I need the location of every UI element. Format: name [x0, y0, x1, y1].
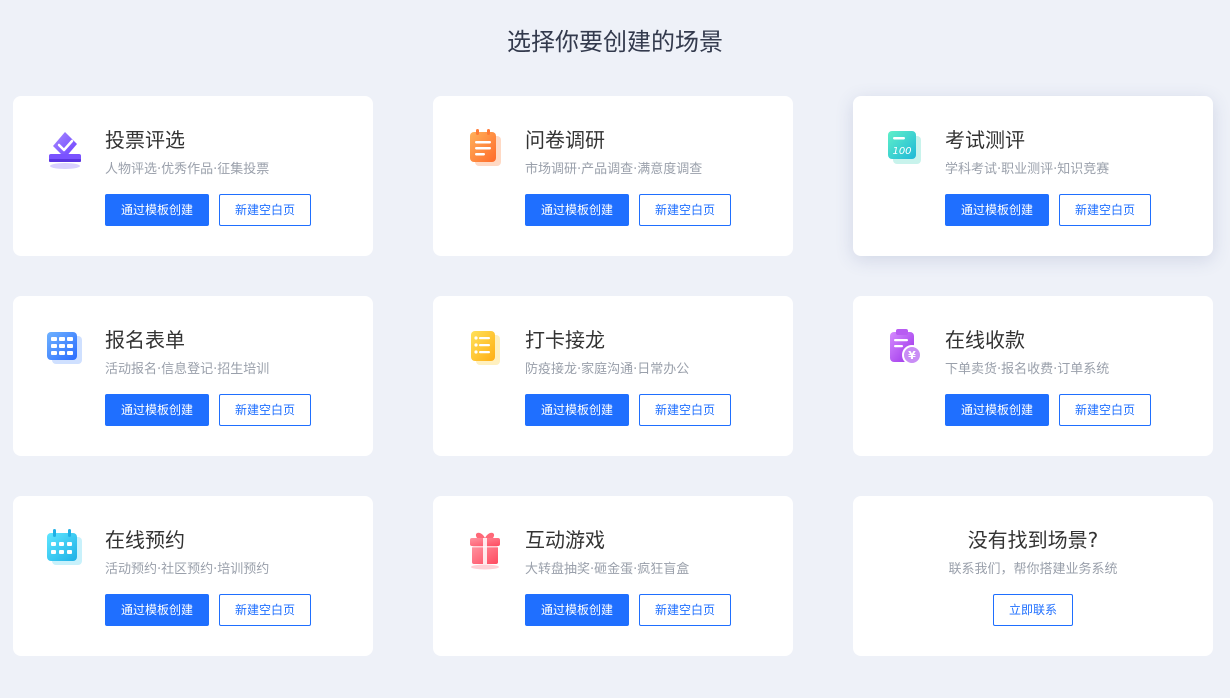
- scene-card-form: 报名表单 活动报名·信息登记·招生培训 通过模板创建 新建空白页: [13, 296, 373, 456]
- exam-icon: 100: [883, 126, 927, 170]
- new-blank-page-button[interactable]: 新建空白页: [1059, 394, 1151, 426]
- scene-card-game: 互动游戏 大转盘抽奖·砸金蛋·疯狂盲盒 通过模板创建 新建空白页: [433, 496, 793, 656]
- card-title: 打卡接龙: [525, 328, 605, 352]
- scene-card-checkin: 打卡接龙 防疫接龙·家庭沟通·日常办公 通过模板创建 新建空白页: [433, 296, 793, 456]
- card-description: 活动报名·信息登记·招生培训: [105, 362, 270, 377]
- calendar-icon: [43, 526, 87, 570]
- new-blank-page-button[interactable]: 新建空白页: [639, 594, 731, 626]
- card-title: 问卷调研: [525, 128, 605, 152]
- create-from-template-button[interactable]: 通过模板创建: [525, 394, 629, 426]
- contact-title: 没有找到场景?: [967, 528, 1099, 552]
- new-blank-page-button[interactable]: 新建空白页: [219, 394, 311, 426]
- scene-card-exam: 100 考试测评 学科考试·职业测评·知识竞赛 通过模板创建 新建空白页: [853, 96, 1213, 256]
- form-grid-icon: [43, 326, 87, 370]
- svg-text:100: 100: [892, 146, 911, 157]
- contact-now-button[interactable]: 立即联系: [993, 594, 1073, 626]
- create-from-template-button[interactable]: 通过模板创建: [525, 194, 629, 226]
- new-blank-page-button[interactable]: 新建空白页: [219, 194, 311, 226]
- contact-description: 联系我们，帮你搭建业务系统: [948, 562, 1118, 577]
- scene-card-appointment: 在线预约 活动预约·社区预约·培训预约 通过模板创建 新建空白页: [13, 496, 373, 656]
- new-blank-page-button[interactable]: 新建空白页: [639, 394, 731, 426]
- page-title: 选择你要创建的场景: [507, 28, 723, 56]
- create-from-template-button[interactable]: 通过模板创建: [105, 194, 209, 226]
- gift-icon: [463, 526, 507, 570]
- contact-card: 没有找到场景? 联系我们，帮你搭建业务系统 立即联系: [853, 496, 1213, 656]
- questionnaire-icon: [463, 126, 507, 170]
- new-blank-page-button[interactable]: 新建空白页: [639, 194, 731, 226]
- vote-icon: [43, 126, 87, 170]
- payment-icon: ¥: [883, 326, 927, 370]
- new-blank-page-button[interactable]: 新建空白页: [219, 594, 311, 626]
- create-from-template-button[interactable]: 通过模板创建: [105, 394, 209, 426]
- create-from-template-button[interactable]: 通过模板创建: [945, 394, 1049, 426]
- card-title: 互动游戏: [525, 528, 605, 552]
- card-description: 活动预约·社区预约·培训预约: [105, 562, 270, 577]
- checklist-icon: [463, 326, 507, 370]
- card-description: 市场调研·产品调查·满意度调查: [525, 162, 703, 177]
- create-from-template-button[interactable]: 通过模板创建: [525, 594, 629, 626]
- card-title: 在线收款: [945, 328, 1025, 352]
- create-from-template-button[interactable]: 通过模板创建: [105, 594, 209, 626]
- scene-card-payment: ¥ 在线收款 下单卖货·报名收费·订单系统 通过模板创建 新建空白页: [853, 296, 1213, 456]
- create-from-template-button[interactable]: 通过模板创建: [945, 194, 1049, 226]
- card-title: 投票评选: [105, 128, 185, 152]
- scene-card-vote: 投票评选 人物评选·优秀作品·征集投票 通过模板创建 新建空白页: [13, 96, 373, 256]
- card-title: 考试测评: [945, 128, 1025, 152]
- card-description: 大转盘抽奖·砸金蛋·疯狂盲盒: [525, 562, 690, 577]
- scene-card-questionnaire: 问卷调研 市场调研·产品调查·满意度调查 通过模板创建 新建空白页: [433, 96, 793, 256]
- card-title: 在线预约: [105, 528, 185, 552]
- card-description: 人物评选·优秀作品·征集投票: [105, 162, 270, 177]
- card-description: 学科考试·职业测评·知识竞赛: [945, 162, 1110, 177]
- card-description: 下单卖货·报名收费·订单系统: [945, 362, 1110, 377]
- card-description: 防疫接龙·家庭沟通·日常办公: [525, 362, 690, 377]
- card-title: 报名表单: [105, 328, 185, 352]
- svg-text:¥: ¥: [908, 349, 916, 362]
- new-blank-page-button[interactable]: 新建空白页: [1059, 194, 1151, 226]
